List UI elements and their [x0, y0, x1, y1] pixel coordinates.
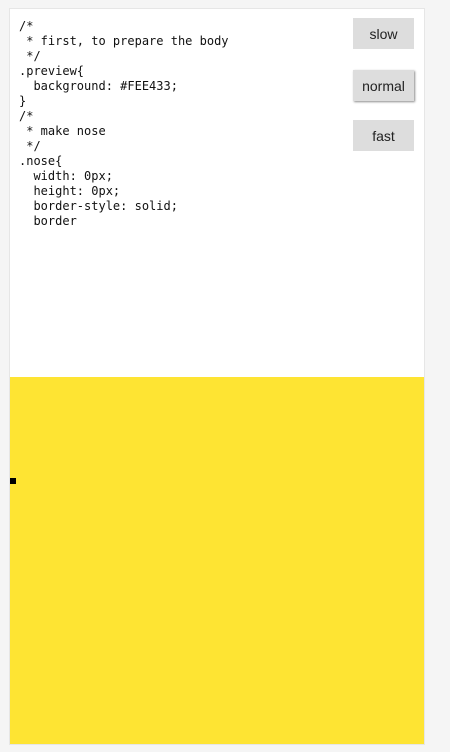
code-panel: /* * first, to prepare the body */ .prev…	[10, 9, 424, 377]
code-text: /* * first, to prepare the body */ .prev…	[19, 19, 229, 228]
preview-area	[10, 377, 424, 744]
app-frame: /* * first, to prepare the body */ .prev…	[9, 8, 425, 745]
slow-button[interactable]: slow	[353, 18, 414, 49]
fast-button[interactable]: fast	[353, 120, 414, 151]
normal-button[interactable]: normal	[353, 70, 414, 101]
nose-shape	[10, 478, 16, 484]
